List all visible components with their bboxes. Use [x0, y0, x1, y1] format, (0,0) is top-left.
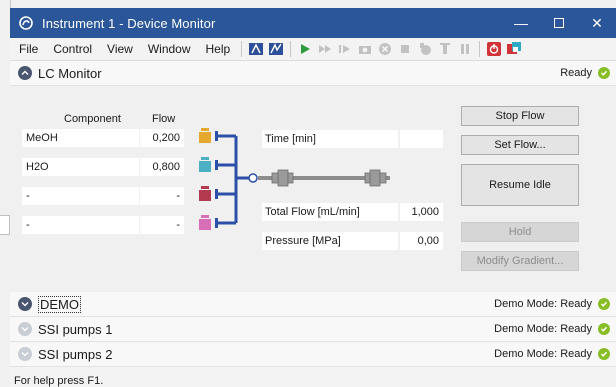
minimize-icon: —	[514, 15, 528, 31]
window-title: Instrument 1 - Device Monitor	[42, 15, 216, 31]
collapse-icon[interactable]	[18, 66, 32, 80]
stop-flow-button[interactable]: Stop Flow	[461, 106, 579, 126]
play-icon[interactable]	[297, 41, 313, 57]
status-text: Demo Mode: Ready	[494, 298, 592, 310]
minimize-button[interactable]: —	[502, 8, 540, 38]
toolbar-separator	[290, 41, 292, 57]
status-demo-ready: Demo Mode: Ready	[494, 342, 610, 366]
cancel-icon[interactable]	[377, 41, 393, 57]
device-monitor-window: Instrument 1 - Device Monitor — ✕ File C…	[10, 8, 616, 387]
inject-icon[interactable]	[437, 41, 453, 57]
stop-icon[interactable]	[397, 41, 413, 57]
instrument-status-icon[interactable]	[248, 41, 264, 57]
power-off-icon[interactable]	[486, 41, 502, 57]
title-bar[interactable]: Instrument 1 - Device Monitor — ✕	[10, 8, 616, 38]
menu-window[interactable]: Window	[140, 42, 198, 56]
toolbar-separator	[241, 41, 243, 57]
status-text: Demo Mode: Ready	[494, 323, 592, 335]
total-flow-label: Total Flow [mL/min]	[262, 203, 398, 221]
ready-check-icon	[598, 67, 610, 79]
component-header: Component	[64, 113, 121, 125]
expand-icon[interactable]	[18, 322, 32, 336]
maximize-button[interactable]	[540, 8, 578, 38]
component-cell: MeOH	[22, 129, 139, 147]
close-icon: ✕	[591, 14, 603, 31]
lc-monitor-body: Component Flow MeOH 0,200 H2O 0,800 - - …	[10, 86, 616, 292]
menu-help[interactable]: Help	[198, 42, 238, 56]
toolbar-separator	[479, 41, 481, 57]
expand-icon[interactable]	[18, 297, 32, 311]
flow-cell[interactable]: -	[140, 216, 184, 234]
flow-header: Flow	[152, 113, 176, 125]
step-icon[interactable]	[337, 41, 353, 57]
time-value	[400, 130, 443, 148]
solvent-bottle-icon	[199, 186, 211, 201]
app-icon	[18, 15, 34, 31]
set-flow-button[interactable]: Set Flow...	[461, 135, 579, 155]
background-field	[0, 215, 10, 235]
ssi-pumps-1-header[interactable]: SSI pumps 1 Demo Mode: Ready	[10, 317, 616, 342]
menu-bar: File Control View Window Help	[10, 38, 616, 61]
pressure-value: 0,00	[400, 232, 443, 250]
modify-gradient-button[interactable]: Modify Gradient...	[461, 251, 579, 271]
status-text: Ready	[560, 67, 592, 79]
lc-monitor-header[interactable]: LC Monitor Ready	[10, 61, 616, 86]
pressure-label: Pressure [MPa]	[262, 232, 398, 250]
resume-idle-button[interactable]: Resume Idle	[461, 164, 579, 206]
menu-file[interactable]: File	[10, 42, 45, 56]
status-demo-ready: Demo Mode: Ready	[494, 292, 610, 316]
time-label: Time [min]	[262, 130, 398, 148]
component-cell: -	[22, 187, 139, 205]
ssi-pumps-2-header[interactable]: SSI pumps 2 Demo Mode: Ready	[10, 342, 616, 367]
pause-icon[interactable]	[457, 41, 473, 57]
flow-cell[interactable]: 0,200	[140, 129, 184, 147]
maximize-icon	[554, 15, 564, 31]
close-button[interactable]: ✕	[578, 8, 616, 38]
component-cell: -	[22, 216, 139, 234]
menu-view[interactable]: View	[99, 42, 140, 56]
flow-cell[interactable]: 0,800	[140, 158, 184, 176]
status-demo-ready: Demo Mode: Ready	[494, 317, 610, 341]
panel-title: SSI pumps 2	[38, 346, 113, 362]
hold-button[interactable]: Hold	[461, 222, 579, 242]
status-bar: For help press F1.	[14, 376, 104, 387]
ready-check-icon	[598, 323, 610, 335]
ready-check-icon	[598, 348, 610, 360]
demo-panel-header[interactable]: DEMO Demo Mode: Ready	[10, 292, 616, 317]
component-cell: H2O	[22, 158, 139, 176]
menu-control[interactable]: Control	[45, 42, 99, 56]
expand-icon[interactable]	[18, 347, 32, 361]
total-flow-value: 1,000	[400, 203, 443, 221]
snapshot-icon[interactable]	[357, 41, 373, 57]
solvent-bottle-icon	[199, 215, 211, 230]
status-text: Demo Mode: Ready	[494, 348, 592, 360]
panel-title: SSI pumps 1	[38, 321, 113, 337]
panel-title: DEMO	[38, 295, 81, 313]
flow-cell[interactable]: -	[140, 187, 184, 205]
pump-icon[interactable]	[417, 41, 433, 57]
connect-icon[interactable]	[506, 41, 522, 57]
instrument-method-icon[interactable]	[268, 41, 284, 57]
solvent-bottle-icon	[199, 157, 211, 172]
status-ready: Ready	[560, 61, 610, 85]
panel-title: LC Monitor	[38, 65, 102, 81]
solvent-bottle-icon	[199, 128, 211, 143]
ready-check-icon	[598, 298, 610, 310]
fast-forward-icon[interactable]	[317, 41, 333, 57]
